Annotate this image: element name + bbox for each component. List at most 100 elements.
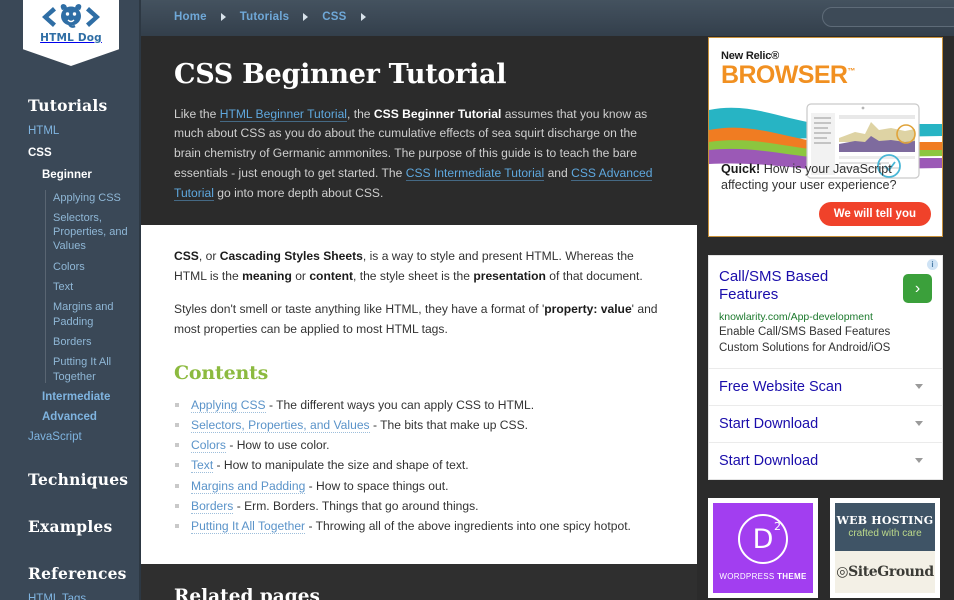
list-item: Putting It All Together - Throwing all o… (174, 516, 665, 536)
sidebar-item-text[interactable]: Text (0, 277, 141, 297)
contents-desc: - The different ways you can apply CSS t… (266, 398, 534, 412)
divi-label-light: WORDPRESS (719, 572, 777, 581)
sidebar-item-intermediate[interactable]: Intermediate (0, 387, 141, 407)
sidebar: HTML Dog Tutorials HTML CSS Beginner App… (0, 0, 141, 600)
sidebar-spacer (0, 542, 141, 564)
chevron-right-icon[interactable]: › (903, 274, 932, 303)
sidebar-item-javascript[interactable]: JavaScript (0, 427, 141, 449)
sidebar-item-putting-it-all-together[interactable]: Putting It All Together (0, 352, 141, 387)
sidebar-heading-techniques[interactable]: Techniques (0, 470, 141, 495)
sidebar-heading-tutorials: Tutorials (0, 96, 141, 121)
breadcrumb-item-css[interactable]: CSS (322, 11, 346, 23)
chevron-down-icon[interactable] (915, 458, 923, 463)
contents-link-selectors-properties-values[interactable]: Selectors, Properties, and Values (191, 418, 370, 433)
site-logo-text: HTML Dog (40, 32, 102, 44)
intro-bold: CSS Beginner Tutorial (374, 107, 501, 121)
adsense-row-free-website-scan[interactable]: Free Website Scan (709, 368, 942, 405)
contents-link-margins-padding[interactable]: Margins and Padding (191, 479, 305, 494)
info-icon[interactable]: i (927, 259, 938, 270)
newrelic-product-text: BROWSER (721, 61, 847, 89)
divi-label-bold: THEME (777, 572, 807, 581)
breadcrumb-item-tutorials[interactable]: Tutorials (240, 11, 290, 23)
sidebar-item-margins-padding[interactable]: Margins and Padding (0, 297, 141, 332)
contents-desc: - How to use color. (226, 438, 330, 452)
breadcrumb-item-home[interactable]: Home (174, 11, 207, 23)
paragraph-definition: CSS, or Cascading Styles Sheets, is a wa… (174, 247, 665, 286)
intro-text: , the (347, 107, 374, 121)
contents-desc: - How to space things out. (305, 479, 448, 493)
sidebar-item-html-tags[interactable]: HTML Tags (0, 589, 141, 600)
sidebar-item-borders[interactable]: Borders (0, 332, 141, 352)
text: Styles don't smell or taste anything lik… (174, 302, 544, 316)
sidebar-item-applying-css[interactable]: Applying CSS (0, 188, 141, 208)
sidebar-item-colors[interactable]: Colors (0, 257, 141, 277)
adsense-unit: i Call/SMS Based Features › knowlarity.c… (708, 255, 943, 480)
trademark-icon: ™ (847, 67, 854, 76)
siteground-line2: crafted with care (848, 528, 921, 539)
bold-cascading-styles-sheets: Cascading Styles Sheets (220, 249, 363, 263)
contents-desc: - Erm. Borders. Things that go around th… (233, 499, 478, 513)
main-content: CSS Beginner Tutorial Like the HTML Begi… (141, 36, 697, 600)
sidebar-heading-references[interactable]: References (0, 564, 141, 589)
adsense-row-title: Start Download (719, 453, 818, 469)
bold-content: content (309, 269, 353, 283)
sidebar-item-advanced[interactable]: Advanced (0, 407, 141, 427)
divi-banner: D2 WORDPRESS THEME (713, 503, 813, 593)
adsense-row-start-download-2[interactable]: Start Download (709, 442, 942, 479)
contents-link-applying-css[interactable]: Applying CSS (191, 398, 266, 413)
link-html-beginner-tutorial[interactable]: HTML Beginner Tutorial (220, 107, 347, 122)
sidebar-item-css[interactable]: CSS (0, 143, 141, 165)
adsense-row-title: Start Download (719, 416, 818, 432)
dog-brackets-logo-icon (39, 3, 103, 31)
contents-link-putting-it-all-together[interactable]: Putting It All Together (191, 519, 305, 534)
list-item: Borders - Erm. Borders. Things that go a… (174, 496, 665, 516)
siteground-line1: WEB HOSTING (837, 514, 934, 527)
contents-desc: - Throwing all of the above ingredients … (305, 519, 631, 533)
adsense-row-start-download-1[interactable]: Start Download (709, 405, 942, 442)
text: , the style sheet is the (353, 269, 473, 283)
ad-tile-divi[interactable]: D2 WORDPRESS THEME (708, 498, 818, 598)
site-logo[interactable]: HTML Dog (23, 0, 119, 66)
divi-logo-sup: 2 (774, 521, 781, 532)
sidebar-heading-examples[interactable]: Examples (0, 517, 141, 542)
adsense-row-title: Free Website Scan (719, 379, 842, 395)
chevron-down-icon[interactable] (915, 421, 923, 426)
bold-presentation: presentation (473, 269, 546, 283)
sidebar-item-selectors-properties-values[interactable]: Selectors, Properties, and Values (0, 208, 141, 257)
bold-meaning: meaning (242, 269, 292, 283)
sidebar-item-html[interactable]: HTML (0, 121, 141, 143)
page-root: HTML Dog Tutorials HTML CSS Beginner App… (0, 0, 954, 600)
paragraph-styles-format: Styles don't smell or taste anything lik… (174, 300, 665, 339)
newrelic-caption: Quick! How is your JavaScript affecting … (721, 161, 932, 194)
top-bar: Home Tutorials CSS Search (141, 0, 954, 36)
link-css-intermediate-tutorial[interactable]: CSS Intermediate Tutorial (406, 166, 544, 181)
list-item: Margins and Padding - How to space thing… (174, 476, 665, 496)
newrelic-brand-product: BROWSER™ (721, 63, 855, 88)
intro-text: and (544, 166, 571, 180)
search-input[interactable] (823, 8, 954, 26)
related-pages-heading: Related pages (174, 586, 665, 600)
adsense-ad-title[interactable]: Call/SMS Based Features (719, 268, 891, 304)
divi-label: WORDPRESS THEME (719, 572, 806, 581)
list-item: Colors - How to use color. (174, 435, 665, 455)
chevron-down-icon[interactable] (915, 384, 923, 389)
search-box: Search (822, 7, 954, 27)
breadcrumb-separator-icon (361, 13, 366, 21)
list-item: Text - How to manipulate the size and sh… (174, 455, 665, 475)
siteground-logo-text: SiteGround (848, 564, 934, 580)
contents-link-colors[interactable]: Colors (191, 438, 226, 453)
ad-newrelic-browser[interactable]: New Relic® BROWSER™ (708, 37, 943, 237)
article-header: CSS Beginner Tutorial Like the HTML Begi… (141, 36, 697, 225)
sidebar-subitems: Applying CSS Selectors, Properties, and … (0, 188, 141, 387)
contents-link-borders[interactable]: Borders (191, 499, 233, 514)
sidebar-item-beginner[interactable]: Beginner (0, 164, 141, 188)
article-body: CSS, or Cascading Styles Sheets, is a wa… (141, 225, 697, 537)
ad-tile-siteground[interactable]: WEB HOSTING crafted with care ◎SiteGroun… (830, 498, 940, 598)
contents-link-text[interactable]: Text (191, 458, 213, 473)
intro-text: Like the (174, 107, 220, 121)
page-title: CSS Beginner Tutorial (174, 60, 665, 90)
adsense-primary-ad[interactable]: i Call/SMS Based Features › knowlarity.c… (709, 256, 942, 368)
newrelic-cta-button[interactable]: We will tell you (819, 202, 931, 226)
list-item: Selectors, Properties, and Values - The … (174, 415, 665, 435)
siteground-banner: WEB HOSTING crafted with care ◎SiteGroun… (835, 503, 935, 593)
